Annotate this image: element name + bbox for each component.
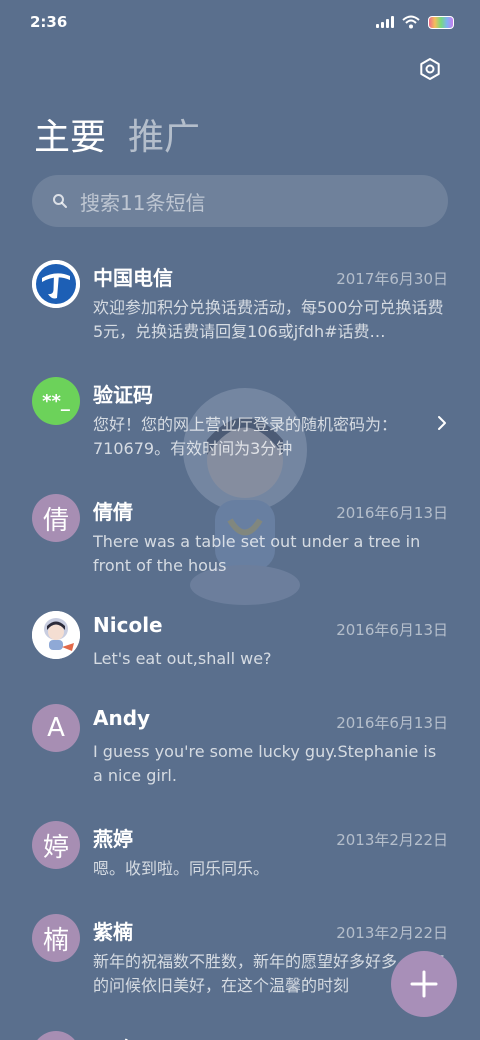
message-date: 2016年6月13日: [336, 621, 448, 639]
message-preview: 嗯。收到啦。同乐同乐。: [93, 859, 270, 878]
tab-promotions[interactable]: 推广: [128, 108, 200, 160]
conversation-row[interactable]: 倩 倩倩 2016年6月13日 There was a table set ou…: [0, 480, 480, 590]
contact-name: 中国电信: [93, 266, 173, 290]
contact-name: 燕婷: [93, 827, 133, 851]
contact-name: Nicole: [93, 613, 163, 637]
message-date: 2016年6月13日: [336, 714, 448, 732]
gear-icon: [420, 58, 440, 80]
avatar: A: [32, 704, 80, 752]
search-placeholder: 搜索11条短信: [80, 190, 206, 215]
contact-name: 倩倩: [93, 500, 133, 524]
telecom-logo-avatar: [32, 260, 80, 308]
avatar: [32, 1031, 80, 1040]
contact-name: 子玲: [93, 1033, 133, 1040]
avatar: 楠: [32, 914, 80, 962]
message-date: 2013年2月22日: [336, 924, 448, 942]
status-icons: [376, 15, 454, 29]
illustrated-girl-avatar: [32, 611, 80, 659]
message-preview: 您好！您的网上营业厅登录的随机密码为：710679。有效时间为3分钟: [93, 415, 398, 458]
avatar: 婷: [32, 821, 80, 869]
china-telecom-logo-icon: [32, 260, 80, 308]
search-icon: [53, 194, 67, 208]
tab-primary[interactable]: 主要: [34, 108, 106, 160]
settings-button[interactable]: [416, 55, 444, 83]
message-preview: There was a table set out under a tree i…: [93, 532, 421, 575]
message-date: 2013年2月22日: [336, 831, 448, 849]
contact-name: 紫楠: [93, 920, 133, 944]
message-preview: 欢迎参加积分兑换话费活动，每500分可兑换话费5元，兑换话费请回复106或jfd…: [93, 298, 444, 341]
conversation-row[interactable]: A Andy 2016年6月13日 I guess you're some lu…: [0, 690, 480, 800]
search-input[interactable]: 搜索11条短信: [32, 175, 448, 227]
status-time: 2:36: [30, 13, 68, 31]
girl-illustration-icon: [32, 611, 80, 659]
status-bar: 2:36: [0, 0, 480, 44]
conversation-row[interactable]: 中国电信 2017年6月30日 欢迎参加积分兑换话费活动，每500分可兑换话费5…: [0, 246, 480, 356]
message-preview: I guess you're some lucky guy.Stephanie …: [93, 742, 437, 785]
new-message-button[interactable]: [391, 951, 457, 1017]
message-date: 2016年6月13日: [336, 504, 448, 522]
conversation-row[interactable]: **_ 验证码 您好！您的网上营业厅登录的随机密码为：710679。有效时间为3…: [0, 363, 480, 473]
contact-name: 验证码: [93, 383, 153, 407]
contact-name: Andy: [93, 706, 151, 730]
message-preview: Let's eat out,shall we?: [93, 649, 272, 668]
battery-icon: [428, 15, 454, 29]
chevron-right-icon[interactable]: [434, 413, 450, 433]
category-tabs: 主要 推广: [34, 108, 200, 160]
conversation-row[interactable]: 子玲: [0, 1017, 480, 1040]
avatar: **_: [32, 377, 80, 425]
plus-icon: [410, 970, 438, 998]
signal-icon: [376, 16, 394, 28]
message-date: 2017年6月30日: [336, 270, 448, 288]
wifi-icon: [402, 15, 420, 29]
avatar: 倩: [32, 494, 80, 542]
